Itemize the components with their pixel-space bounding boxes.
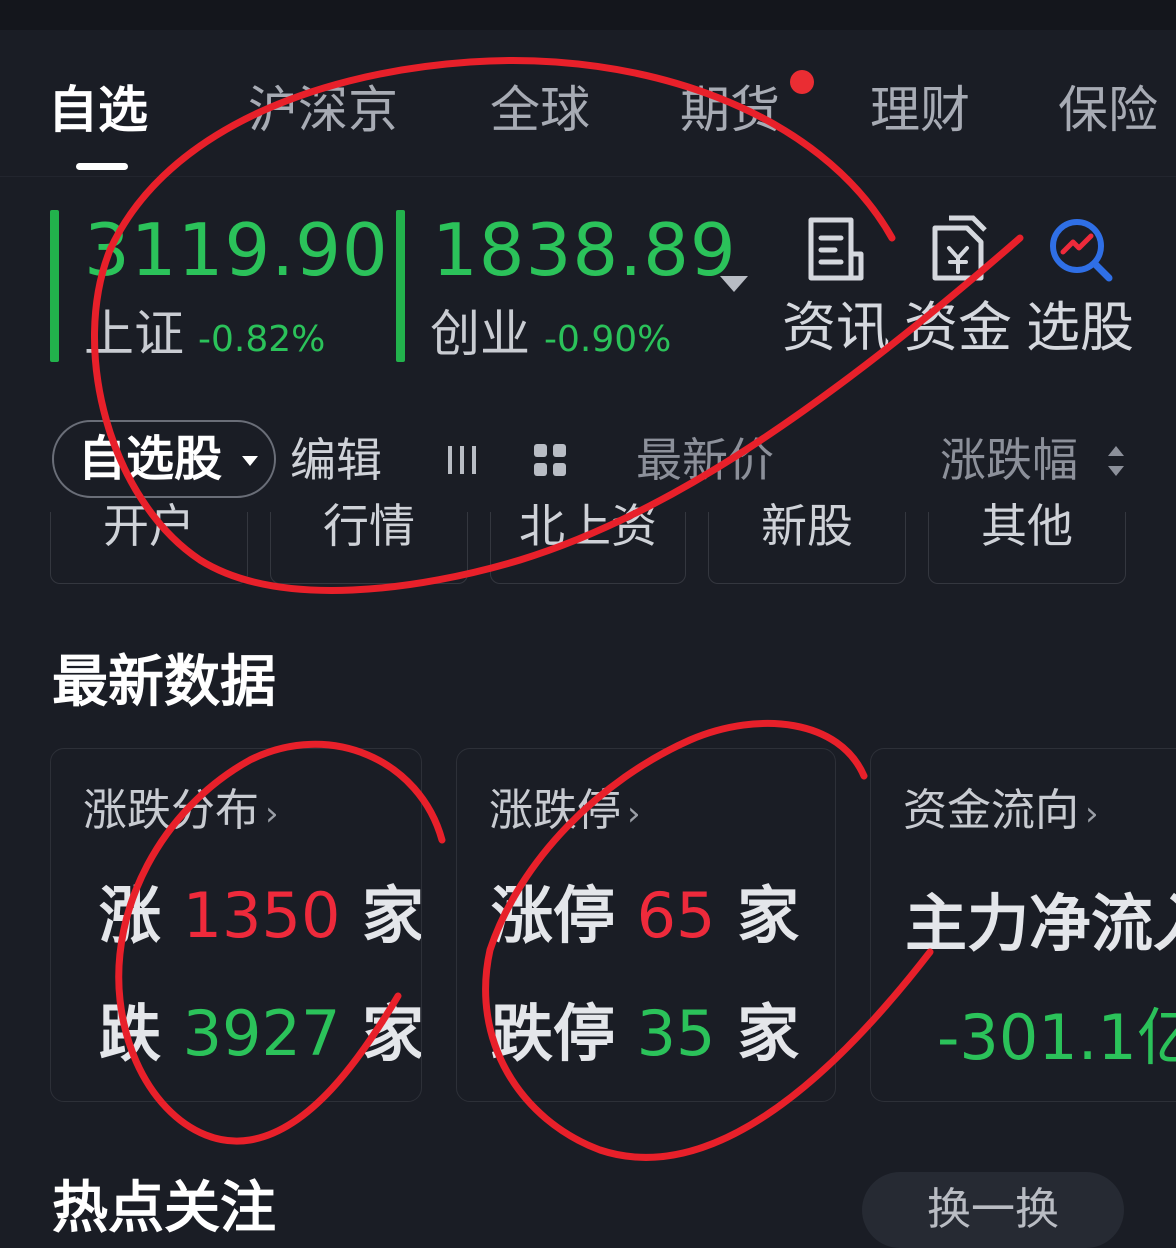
main-net-inflow-value: -301.1亿: [937, 1001, 1176, 1074]
index-change: -0.90%: [544, 319, 672, 360]
tab-wealth[interactable]: 理财: [870, 78, 970, 142]
index-value: 1838.89: [432, 208, 737, 292]
index-trend-bar: [50, 210, 59, 362]
limit-up-count: 65: [636, 879, 716, 952]
limit-card[interactable]: 涨跌停 › 涨停 65 家 跌停 35 家: [456, 748, 836, 1102]
card-title-text: 涨跌停: [489, 785, 621, 836]
limit-up-label: 涨停: [491, 879, 616, 952]
index-name: 上证: [84, 305, 184, 363]
unit-label: 家: [362, 879, 422, 952]
chevron-down-icon: [242, 456, 258, 466]
stock-picker-label: 选股: [1026, 296, 1134, 359]
limit-down-count: 35: [636, 997, 716, 1070]
funds-label: 资金: [904, 296, 1012, 359]
quick-link-northbound[interactable]: 北上资: [490, 503, 686, 584]
refresh-button[interactable]: 换一换: [862, 1172, 1124, 1248]
tab-futures[interactable]: 期货: [680, 78, 780, 142]
chevron-right-icon: ›: [1085, 794, 1099, 834]
index-change: -0.82%: [198, 319, 326, 360]
divider: [0, 176, 1176, 177]
index-trend-bar: [396, 210, 405, 362]
distribution-card[interactable]: 涨跌分布 › 涨 1350 家 跌 3927 家: [50, 748, 422, 1102]
watchlist-group-label: 自选股: [78, 431, 223, 487]
quick-link-label: 新股: [761, 499, 853, 553]
quick-link-open-account[interactable]: 开户: [50, 503, 248, 584]
latest-price-column-header[interactable]: 最新价: [636, 430, 774, 490]
down-count-row: 跌 3927 家: [99, 997, 422, 1071]
quick-link-label: 行情: [323, 499, 415, 553]
card-title: 涨跌分布 ›: [83, 783, 279, 842]
card-title: 资金流向 ›: [903, 783, 1099, 842]
down-count: 3927: [182, 997, 341, 1070]
index-label: 创业 -0.90%: [430, 304, 671, 370]
stock-search-icon: [1045, 214, 1115, 284]
index-label: 上证 -0.82%: [84, 304, 325, 370]
up-count: 1350: [182, 879, 341, 952]
tab-shanghai-shenzhen-beijing[interactable]: 沪深京: [248, 78, 398, 142]
stock-picker-button[interactable]: 选股: [1020, 214, 1140, 360]
news-label: 资讯: [782, 296, 890, 359]
quick-link-other[interactable]: 其他: [928, 503, 1126, 584]
quick-link-label: 其他: [981, 499, 1073, 553]
main-net-inflow-label: 主力净流入: [905, 887, 1176, 960]
active-tab-indicator: [76, 163, 128, 170]
up-label: 涨: [99, 879, 162, 952]
document-icon: [801, 214, 871, 284]
unit-label: 家: [737, 997, 800, 1070]
index-value: 3119.90: [84, 208, 389, 292]
change-pct-column-header[interactable]: 涨跌幅: [940, 430, 1078, 490]
hot-topics-title: 热点关注: [52, 1176, 276, 1241]
fund-flow-card[interactable]: 资金流向› 主力净流入 -301.1亿: [870, 748, 1176, 1102]
chevron-right-icon: ›: [265, 794, 279, 834]
up-count-row: 涨 1350 家: [99, 879, 422, 953]
edit-button[interactable]: 编辑: [290, 430, 382, 490]
tab-insurance[interactable]: 保险: [1058, 78, 1158, 142]
news-button[interactable]: 资讯: [776, 214, 896, 360]
quick-link-label: 北上资: [519, 499, 657, 553]
quick-link-new-stocks[interactable]: 新股: [708, 503, 906, 584]
down-label: 跌: [99, 997, 162, 1070]
quick-link-label: 开户: [103, 499, 195, 553]
index-name: 创业: [430, 305, 530, 363]
quick-link-market[interactable]: 行情: [270, 503, 468, 584]
card-title: 涨跌停 ›: [489, 783, 641, 842]
limit-down-label: 跌停: [491, 997, 616, 1070]
tab-global[interactable]: 全球: [490, 78, 590, 142]
list-view-icon[interactable]: [444, 442, 480, 482]
watchlist-group-selector[interactable]: 自选股: [52, 420, 276, 498]
limit-down-row: 跌停 35 家: [491, 997, 799, 1071]
funds-button[interactable]: 资金: [898, 214, 1018, 360]
chevron-right-icon: ›: [627, 794, 641, 834]
unit-label: 家: [737, 879, 800, 952]
status-bar-strip: [0, 0, 1176, 30]
expand-indices-caret-icon[interactable]: [720, 276, 748, 292]
grid-view-icon[interactable]: [532, 442, 568, 482]
notification-dot: [790, 70, 814, 94]
yuan-document-icon: [923, 214, 993, 284]
tab-watchlist[interactable]: 自选: [48, 78, 148, 142]
card-title-text: 涨跌分布: [83, 785, 259, 836]
unit-label: 家: [362, 997, 422, 1070]
card-title-text: 资金流向: [903, 785, 1079, 836]
section-title: 最新数据: [52, 650, 276, 715]
sort-icon[interactable]: [1106, 444, 1126, 482]
limit-up-row: 涨停 65 家: [491, 879, 799, 953]
